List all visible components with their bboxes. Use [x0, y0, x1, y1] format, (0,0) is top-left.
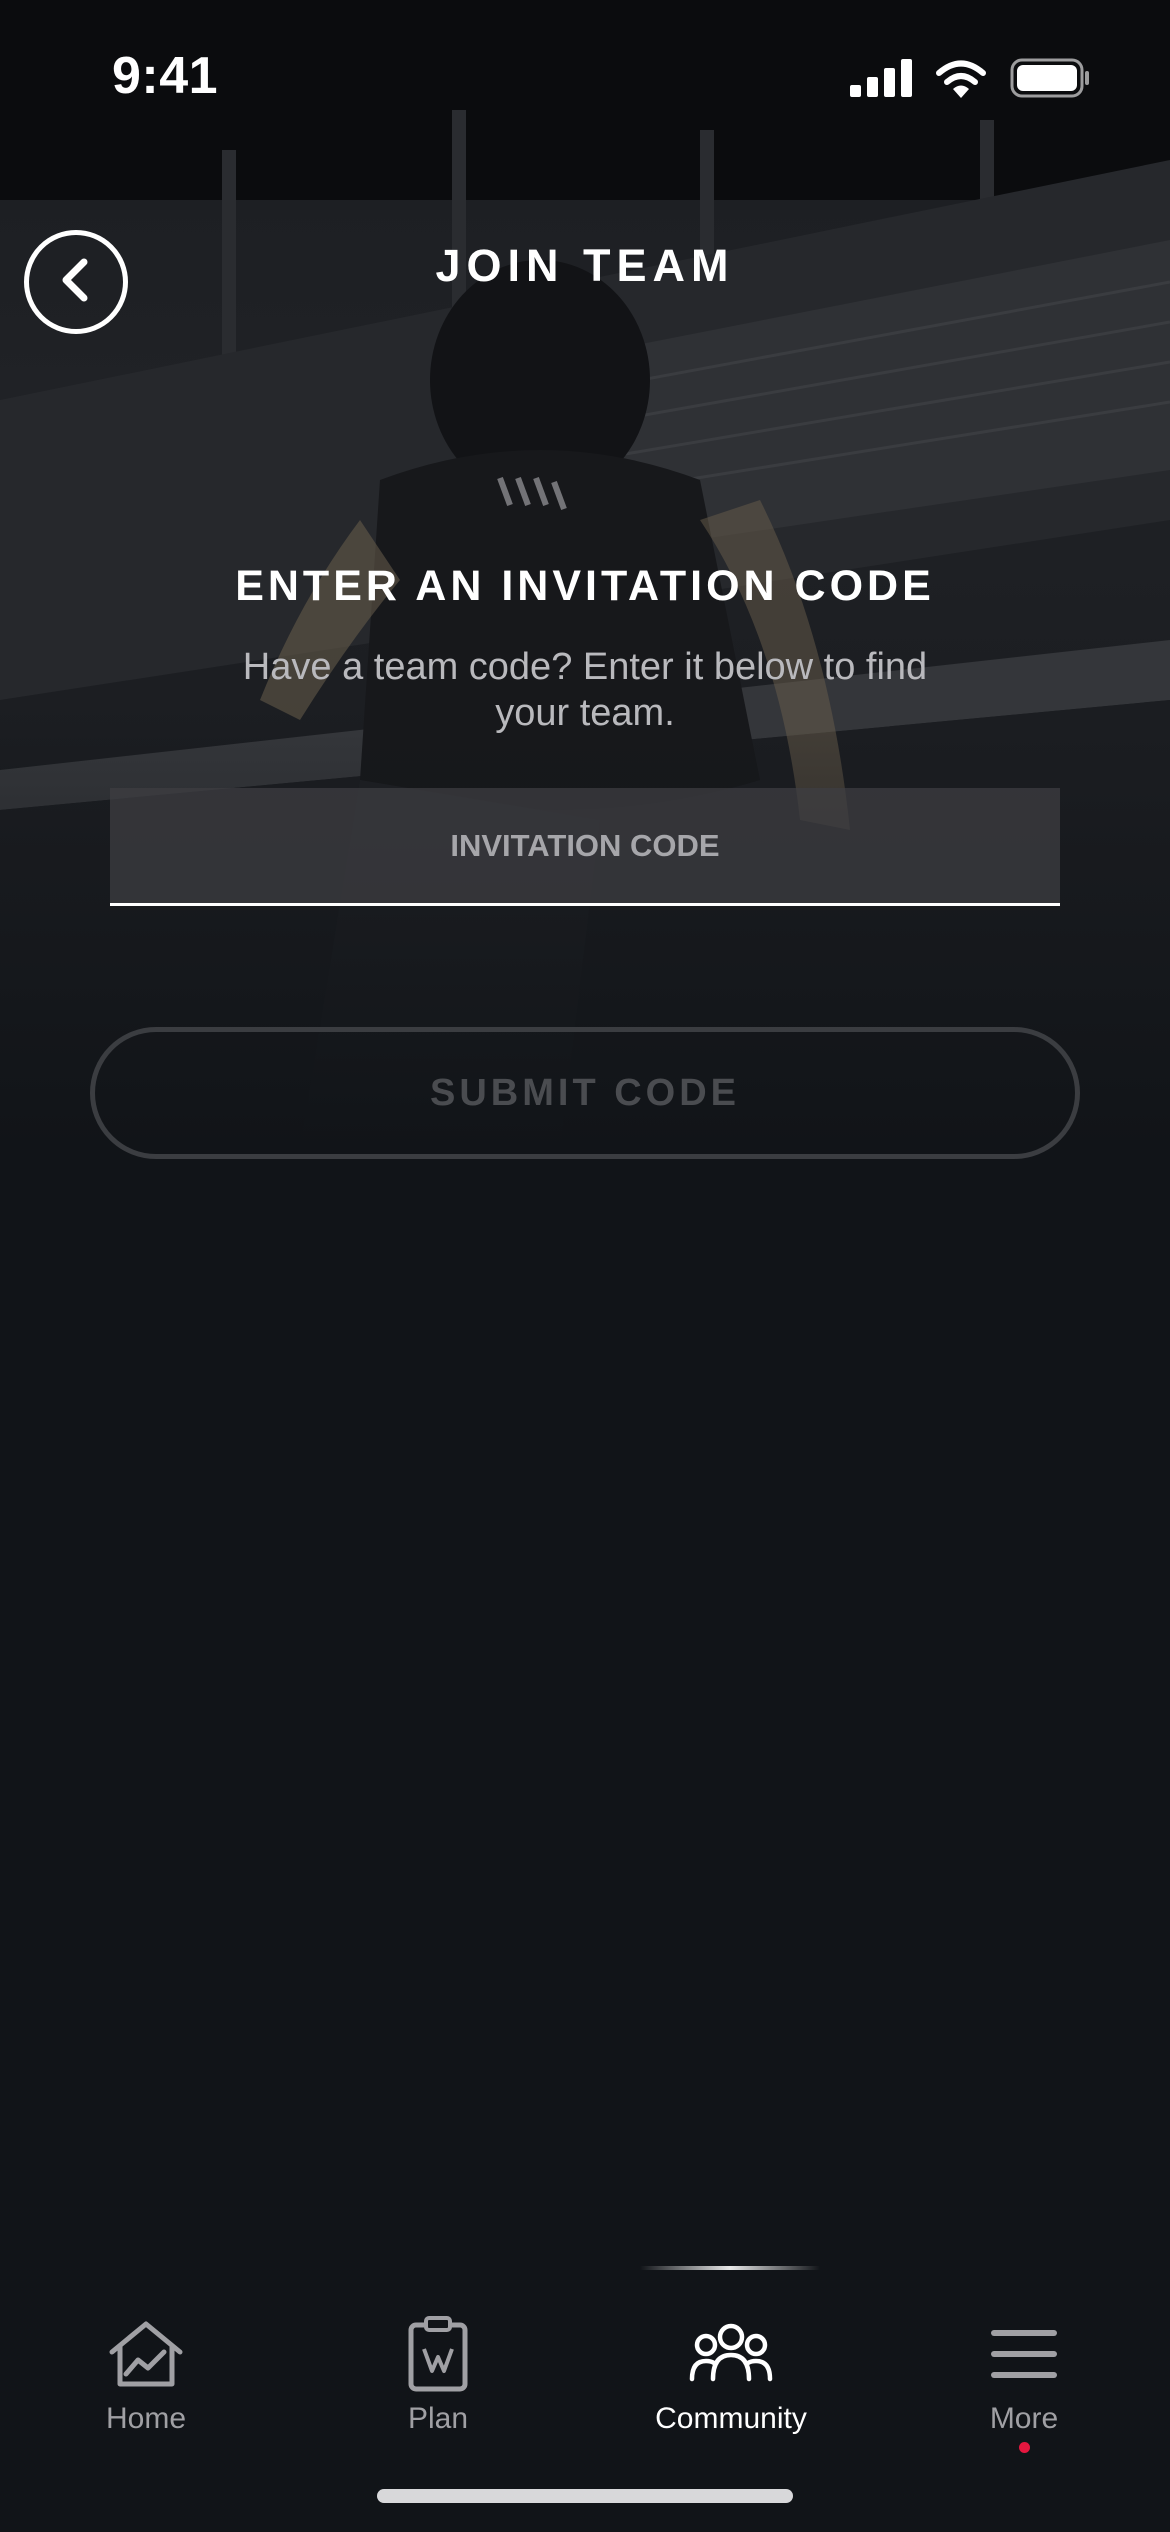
invitation-code-input[interactable] — [110, 787, 1060, 904]
tab-home-label: Home — [105, 2402, 187, 2435]
tab-more-label: More — [989, 2402, 1059, 2435]
status-bar: 9:41 — [0, 0, 1170, 150]
wifi-icon — [934, 58, 988, 103]
status-time: 9:41 — [112, 47, 219, 105]
notification-dot — [1018, 2442, 1030, 2453]
tab-plan-label: Plan — [407, 2402, 469, 2435]
battery-icon — [1010, 58, 1090, 103]
tab-home[interactable]: Home — [36, 2314, 256, 2436]
active-tab-indicator — [640, 2266, 820, 2270]
section-subtitle: Have a team code? Enter it below to find… — [242, 646, 928, 734]
invitation-code-field[interactable] — [110, 787, 1060, 906]
people-group-icon — [689, 2314, 773, 2394]
tab-bar: Home Plan Community More — [0, 2300, 1170, 2460]
tab-more[interactable]: More — [914, 2314, 1134, 2453]
home-chart-icon — [106, 2314, 186, 2394]
page-title: JOIN TEAM — [435, 240, 735, 291]
tab-community-label: Community — [655, 2402, 807, 2435]
tab-plan[interactable]: Plan — [328, 2314, 548, 2436]
status-icons — [850, 58, 1090, 103]
submit-code-button[interactable]: SUBMIT CODE — [90, 1027, 1080, 1159]
home-indicator — [377, 2489, 793, 2503]
cellular-signal-icon — [850, 59, 912, 102]
section-heading: ENTER AN INVITATION CODE — [235, 562, 935, 610]
clipboard-icon — [406, 2314, 470, 2394]
tab-community[interactable]: Community — [621, 2314, 841, 2436]
menu-icon — [989, 2314, 1059, 2394]
